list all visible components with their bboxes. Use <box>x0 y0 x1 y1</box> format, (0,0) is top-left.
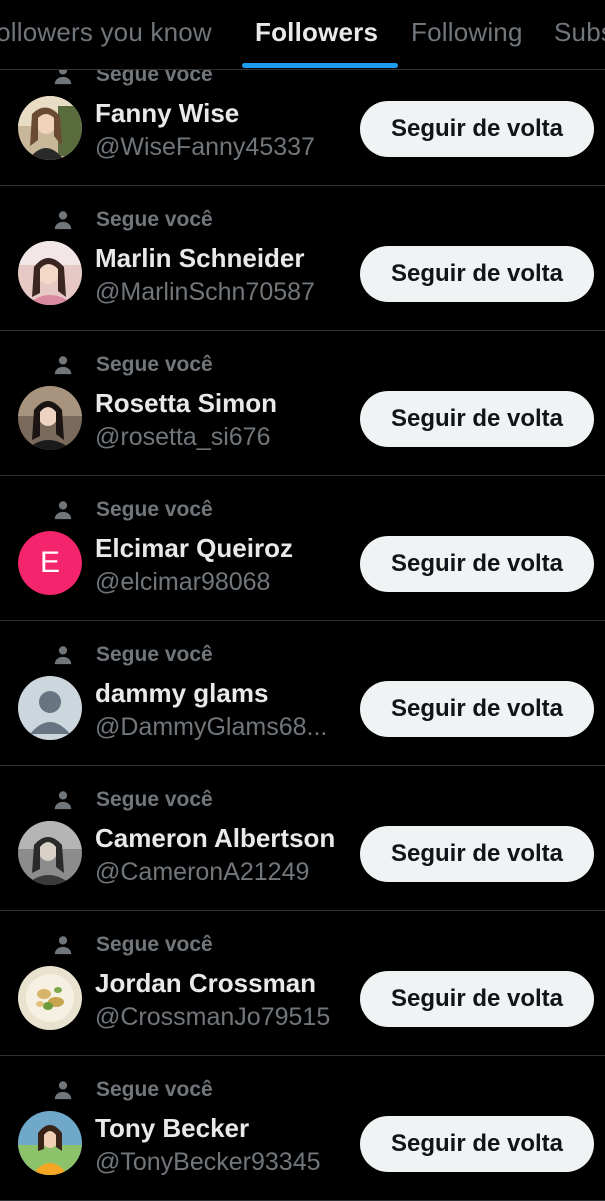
display-name[interactable]: Fanny Wise <box>95 98 239 129</box>
display-name[interactable]: Rosetta Simon <box>95 388 277 419</box>
tab-followers[interactable]: Followers <box>255 17 378 48</box>
avatar[interactable] <box>18 966 82 1030</box>
follows-you-label: Segue você <box>52 933 213 957</box>
username[interactable]: @elcimar98068 <box>95 568 270 597</box>
follower-row[interactable]: Segue você Tony Becker @TonyBecker93345 … <box>0 1056 605 1201</box>
follow-back-button[interactable]: Seguir de volta <box>360 246 594 302</box>
follower-row[interactable]: Segue você Marlin Schneider @MarlinSchn7… <box>0 186 605 331</box>
avatar-letter: E <box>18 531 82 595</box>
display-name[interactable]: Marlin Schneider <box>95 243 305 274</box>
follower-row[interactable]: Segue você E Elcimar Queiroz @elcimar980… <box>0 476 605 621</box>
username[interactable]: @WiseFanny45337 <box>95 133 315 162</box>
username[interactable]: @TonyBecker93345 <box>95 1148 321 1177</box>
username[interactable]: @DammyGlams68... <box>95 713 327 742</box>
avatar[interactable]: E <box>18 531 82 595</box>
follow-back-button[interactable]: Seguir de volta <box>360 536 594 592</box>
followers-list: Segue você Fanny Wise @WiseFanny45337 Se… <box>0 41 605 1201</box>
username[interactable]: @rosetta_si676 <box>95 423 270 452</box>
username[interactable]: @CameronA21249 <box>95 858 309 887</box>
follows-you-label: Segue você <box>52 498 213 522</box>
follower-row[interactable]: Segue você Jordan Crossman @CrossmanJo79… <box>0 911 605 1056</box>
person-icon <box>54 211 72 230</box>
follow-back-button[interactable]: Seguir de volta <box>360 971 594 1027</box>
tab-bar: Followers you know Followers Following S… <box>0 0 605 70</box>
follower-row[interactable]: Segue você Rosetta Simon @rosetta_si676 … <box>0 331 605 476</box>
avatar[interactable] <box>18 821 82 885</box>
person-icon <box>54 646 72 665</box>
person-icon <box>54 936 72 955</box>
active-tab-indicator <box>242 63 398 68</box>
follows-you-label: Segue você <box>52 208 213 232</box>
follower-row[interactable]: Segue você Cameron Albertson @CameronA21… <box>0 766 605 911</box>
display-name[interactable]: Cameron Albertson <box>95 823 335 854</box>
avatar[interactable] <box>18 241 82 305</box>
follows-you-label: Segue você <box>52 788 213 812</box>
avatar[interactable] <box>18 386 82 450</box>
follows-you-label: Segue você <box>52 643 213 667</box>
person-icon <box>54 1081 72 1100</box>
avatar[interactable] <box>18 1111 82 1175</box>
follower-row[interactable]: Segue você dammy glams @DammyGlams68... … <box>0 621 605 766</box>
follows-you-label: Segue você <box>52 1078 213 1102</box>
follow-back-button[interactable]: Seguir de volta <box>360 391 594 447</box>
follow-back-button[interactable]: Seguir de volta <box>360 826 594 882</box>
follow-back-button[interactable]: Seguir de volta <box>360 681 594 737</box>
tab-following[interactable]: Following <box>411 17 523 48</box>
display-name[interactable]: dammy glams <box>95 678 268 709</box>
person-icon <box>54 356 72 375</box>
display-name[interactable]: Tony Becker <box>95 1113 249 1144</box>
avatar[interactable] <box>18 96 82 160</box>
username[interactable]: @CrossmanJo79515 <box>95 1003 330 1032</box>
person-icon <box>54 501 72 520</box>
display-name[interactable]: Jordan Crossman <box>95 968 316 999</box>
display-name[interactable]: Elcimar Queiroz <box>95 533 293 564</box>
person-icon <box>54 791 72 810</box>
tab-followers-you-know[interactable]: Followers you know <box>0 17 212 48</box>
follows-you-label: Segue você <box>52 353 213 377</box>
tab-subscriptions[interactable]: Subscriptions <box>554 17 605 48</box>
default-avatar-icon[interactable] <box>18 676 82 740</box>
follow-back-button[interactable]: Seguir de volta <box>360 101 594 157</box>
follow-back-button[interactable]: Seguir de volta <box>360 1116 594 1172</box>
username[interactable]: @MarlinSchn70587 <box>95 278 315 307</box>
